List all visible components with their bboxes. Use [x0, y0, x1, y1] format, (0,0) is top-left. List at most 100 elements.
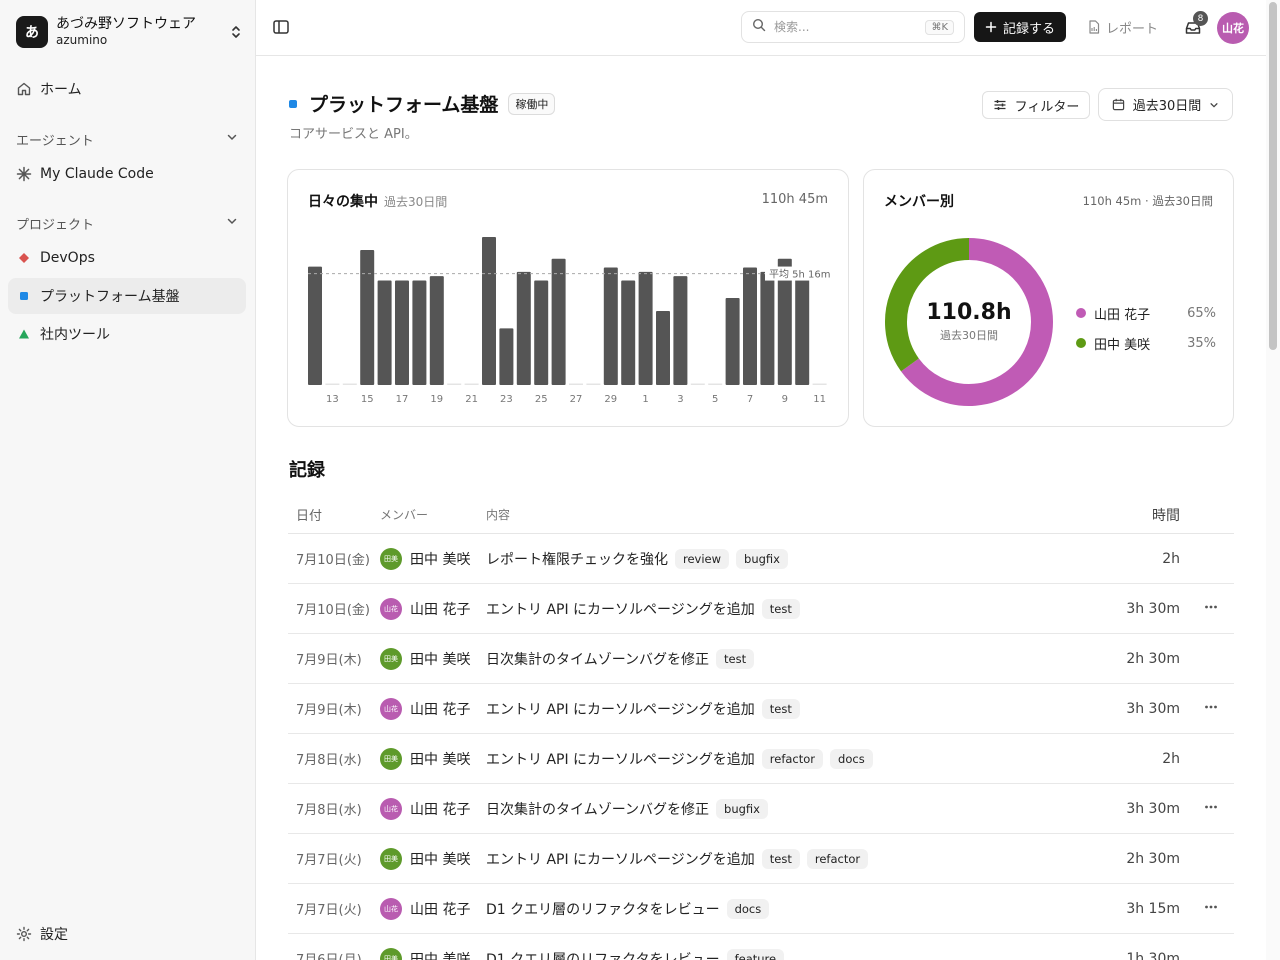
sidebar-item-label: ホーム — [40, 82, 82, 98]
project-color-icon — [289, 99, 297, 108]
project-description: コアサービスと API。 — [289, 127, 418, 142]
row-member: 山花 山田 花子 — [380, 897, 486, 920]
column-header-content: 内容 — [486, 508, 511, 522]
column-header-time: 時間 — [1152, 507, 1180, 524]
row-date: 7月9日(木) — [296, 653, 362, 668]
tag-chip[interactable]: test — [716, 648, 755, 669]
chart-bar — [795, 276, 810, 385]
sidebar-item-settings[interactable]: 設定 — [8, 916, 246, 952]
member-name: 田中 美咲 — [410, 951, 471, 960]
workspace-switcher[interactable]: あ あづみ野ソフトウェア azumino — [16, 14, 244, 50]
sidebar-toggle-icon[interactable] — [272, 18, 292, 38]
table-row[interactable]: 7月7日(火) 田美 田中 美咲 エントリ API にカーソルページングを追加 t… — [288, 834, 1234, 884]
topbar: ⌘K 記録する レポート 8 山花 — [256, 0, 1266, 56]
member-name: 山田 花子 — [410, 701, 471, 718]
row-actions — [1188, 799, 1234, 819]
entry-description: レポート権限チェックを強化 — [486, 551, 668, 568]
table-row[interactable]: 7月9日(木) 田美 田中 美咲 日次集計のタイムゾーンバグを修正 test 2h… — [288, 634, 1234, 684]
chart-bar — [673, 276, 688, 385]
scrollbar-thumb[interactable] — [1269, 2, 1277, 350]
sidebar-item-internal-tools[interactable]: 社内ツール — [8, 316, 246, 352]
more-options-icon[interactable] — [1203, 699, 1219, 719]
member-meta: 110h 45m · 過去30日間 — [1082, 194, 1213, 208]
member-name: 田中 美咲 — [410, 651, 471, 668]
more-options-icon[interactable] — [1203, 599, 1219, 619]
table-row[interactable]: 7月8日(水) 田美 田中 美咲 エントリ API にカーソルページングを追加 r… — [288, 734, 1234, 784]
search-input[interactable] — [774, 20, 926, 34]
chart-bar — [308, 266, 322, 385]
sidebar-item-devops[interactable]: DevOps — [8, 240, 246, 276]
report-button-label: レポート — [1106, 21, 1159, 37]
tag-chip[interactable]: bugfix — [736, 548, 788, 569]
row-content: 日次集計のタイムゾーンバグを修正 test — [486, 648, 1088, 669]
table-row[interactable]: 7月6日(月) 田美 田中 美咲 D1 クエリ層のリファクタをレビュー featu… — [288, 934, 1234, 960]
row-member: 田美 田中 美咲 — [380, 847, 486, 870]
legend-label: 田中 美咲 — [1094, 337, 1151, 353]
member-name: 山田 花子 — [410, 801, 471, 818]
chart-bar-empty — [586, 383, 601, 385]
search-box[interactable]: ⌘K — [741, 11, 965, 43]
row-content: 日次集計のタイムゾーンバグを修正 bugfix — [486, 798, 1088, 819]
tag-chip[interactable]: docs — [726, 898, 770, 919]
report-button[interactable]: レポート — [1088, 12, 1158, 42]
x-tick-label: 5 — [712, 394, 718, 405]
row-duration: 3h 30m — [1126, 600, 1180, 617]
row-date: 7月10日(金) — [296, 553, 370, 568]
sidebar-item-platform[interactable]: プラットフォーム基盤 — [8, 278, 246, 314]
chart-bar-empty — [447, 383, 462, 385]
projects-section-header[interactable]: プロジェクト — [16, 213, 238, 233]
sidebar-item-home[interactable]: ホーム — [8, 71, 246, 107]
tag-chip[interactable]: refactor — [761, 748, 824, 769]
table-row[interactable]: 7月10日(金) 山花 山田 花子 エントリ API にカーソルページングを追加… — [288, 584, 1234, 634]
x-tick-label: 19 — [430, 394, 443, 405]
chart-bar-empty — [708, 383, 723, 385]
table-row[interactable]: 7月9日(木) 山花 山田 花子 エントリ API にカーソルページングを追加 t… — [288, 684, 1234, 734]
row-date: 7月7日(火) — [296, 903, 362, 918]
row-duration: 2h — [1162, 550, 1180, 567]
filter-button[interactable]: フィルター — [982, 91, 1090, 119]
x-tick-label: 1 — [642, 394, 648, 405]
table-row[interactable]: 7月10日(金) 田美 田中 美咲 レポート権限チェックを強化 review bug… — [288, 534, 1234, 584]
row-duration: 2h — [1162, 750, 1180, 767]
table-row[interactable]: 7月7日(火) 山花 山田 花子 D1 クエリ層のリファクタをレビュー docs … — [288, 884, 1234, 934]
entry-description: 日次集計のタイムゾーンバグを修正 — [486, 651, 710, 668]
agents-section-header[interactable]: エージェント — [16, 129, 238, 149]
daily-bar-chart: 平均 5h 16m13 15 17 19 21 23 25 27 29 1 3 5 7 9 11 — [308, 237, 831, 405]
tag-chip[interactable]: bugfix — [716, 798, 768, 819]
chart-bar-empty — [342, 383, 357, 385]
tag-chip[interactable]: test — [761, 848, 800, 869]
page-title: プラットフォーム基盤 — [309, 94, 499, 116]
tag-chip[interactable]: feature — [726, 948, 785, 960]
entry-description: D1 クエリ層のリファクタをレビュー — [486, 951, 720, 960]
chart-bar — [621, 280, 636, 385]
sidebar-item-my-claude-code[interactable]: My Claude Code — [8, 156, 246, 192]
chart-bar — [395, 280, 409, 385]
table-row[interactable]: 7月8日(水) 山花 山田 花子 日次集計のタイムゾーンバグを修正 bugfix … — [288, 784, 1234, 834]
chart-bar-empty — [464, 383, 479, 385]
tag-chip[interactable]: test — [761, 698, 800, 719]
table-header: 日付 メンバー 内容 時間 — [288, 496, 1234, 534]
records-heading: 記録 — [289, 460, 325, 481]
more-options-icon[interactable] — [1203, 799, 1219, 819]
tag-chip[interactable]: docs — [830, 748, 873, 769]
member-avatar: 山花 — [380, 797, 402, 820]
legend-label: 山田 花子 — [1094, 307, 1151, 323]
tag-chip[interactable]: refactor — [806, 848, 869, 869]
inbox-button[interactable]: 8 — [1183, 11, 1208, 38]
workspace-handle: azumino — [56, 33, 108, 47]
x-tick-label: 9 — [782, 394, 788, 405]
record-button[interactable]: 記録する — [974, 12, 1066, 42]
row-duration: 2h 30m — [1126, 650, 1180, 667]
chart-bar-empty — [690, 383, 705, 385]
more-options-icon[interactable] — [1203, 899, 1219, 919]
tag-chip[interactable]: review — [675, 548, 730, 569]
member-name: 田中 美咲 — [410, 551, 471, 568]
row-date: 7月9日(木) — [296, 703, 362, 718]
user-avatar[interactable]: 山花 — [1217, 12, 1249, 44]
chevron-down-icon — [1209, 100, 1219, 110]
tag-chip[interactable]: test — [761, 598, 800, 619]
member-avatar: 田美 — [380, 547, 402, 570]
date-range-select[interactable]: 過去30日間 — [1098, 88, 1233, 121]
x-tick-label: 29 — [604, 394, 617, 405]
chart-bar — [499, 328, 514, 385]
